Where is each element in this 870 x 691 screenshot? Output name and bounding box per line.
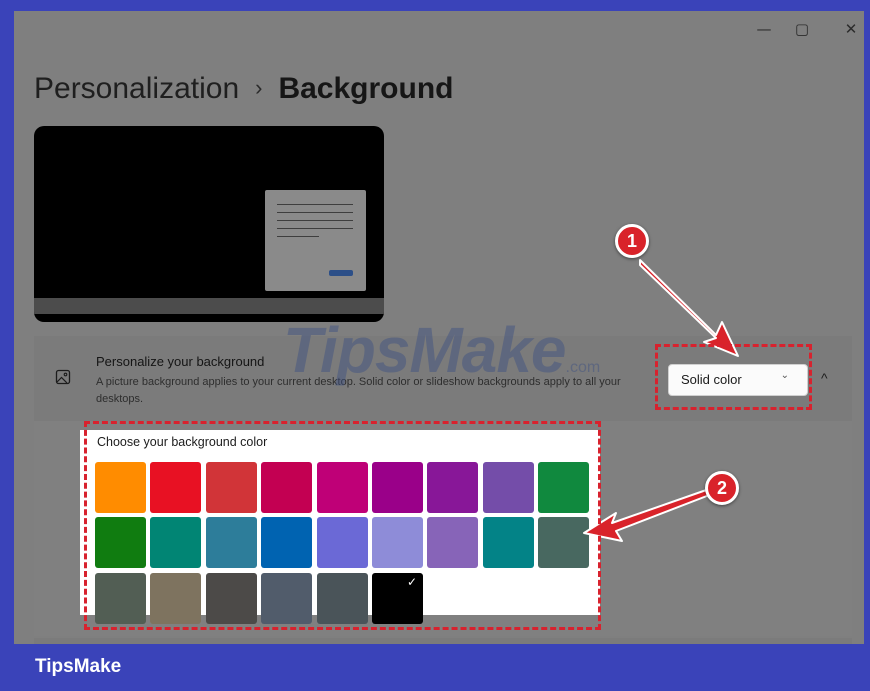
- screenshot-frame: — ▢ ✕ Personalization › Background Perso…: [0, 0, 870, 691]
- breadcrumb-personalization[interactable]: Personalization: [34, 72, 239, 105]
- watermark: TipsMake.com: [283, 314, 601, 386]
- chevron-up-icon[interactable]: ^: [821, 370, 828, 386]
- highlight-dropdown: [655, 344, 812, 410]
- step-badge-1: 1: [615, 224, 649, 258]
- minimize-icon[interactable]: —: [747, 15, 781, 43]
- breadcrumb-separator: ›: [255, 75, 263, 100]
- footer-bar: TipsMake: [0, 644, 870, 691]
- page-title: Background: [278, 72, 454, 105]
- maximize-icon[interactable]: ▢: [785, 15, 819, 43]
- brand-logo-text: TipsMake: [35, 656, 122, 677]
- desktop-preview: [34, 126, 384, 322]
- breadcrumb: Personalization › Background: [34, 71, 453, 109]
- close-icon[interactable]: ✕: [834, 15, 864, 43]
- preview-window-mock: [265, 190, 366, 291]
- card-title: Personalize your background: [96, 354, 265, 369]
- preview-taskbar: [34, 298, 384, 314]
- image-icon: [55, 369, 71, 385]
- highlight-color-picker: [84, 421, 601, 630]
- step-badge-2: 2: [705, 471, 739, 505]
